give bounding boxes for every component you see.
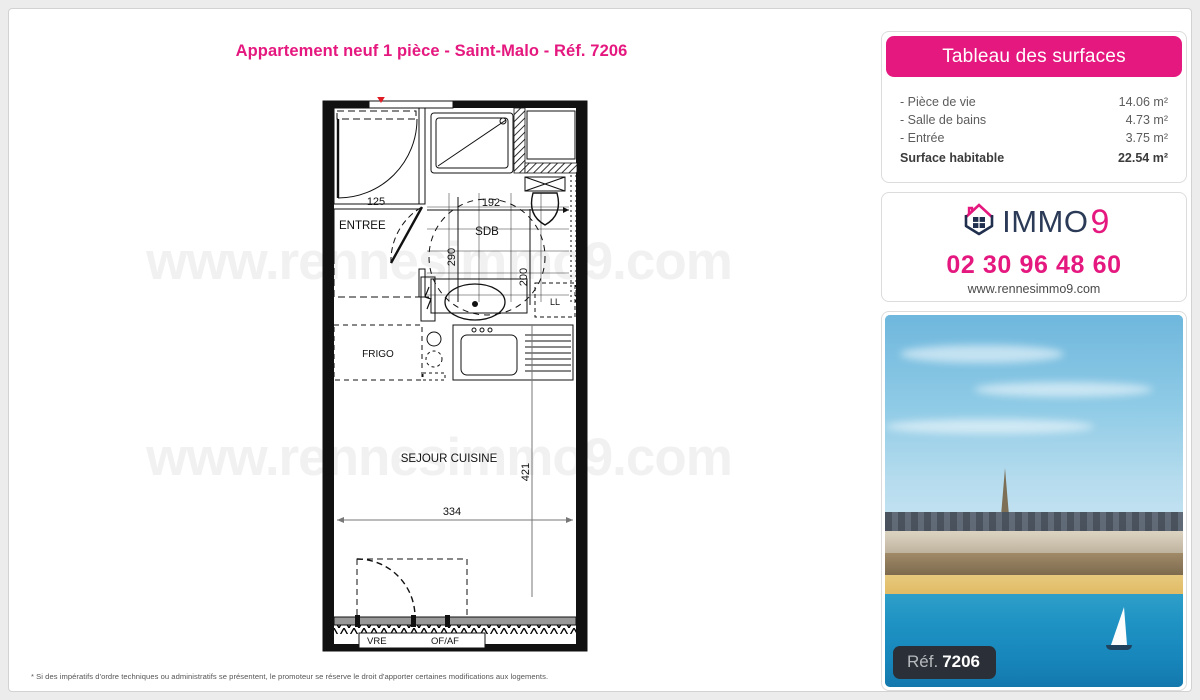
- surface-total-row: Surface habitable 22.54 m²: [900, 149, 1168, 167]
- agency-logo: IMMO 9: [958, 198, 1110, 245]
- sailboat-icon: [1106, 606, 1133, 650]
- dim-290: 290: [446, 248, 458, 266]
- cloud: [885, 419, 1094, 435]
- property-photo-card[interactable]: Réf. 7206: [881, 311, 1187, 691]
- dim-200: 200: [518, 268, 530, 286]
- appliance-label-frigo: FRIGO: [362, 349, 394, 360]
- surface-value: 4.73 m²: [1125, 113, 1168, 127]
- legal-footnote: * Si des impératifs d'ordre techniques o…: [31, 672, 549, 681]
- surface-total-value: 22.54 m²: [1117, 151, 1168, 165]
- surface-label: - Salle de bains: [900, 113, 987, 127]
- agency-phone[interactable]: 02 30 96 48 60: [946, 251, 1121, 280]
- surface-value: 3.75 m²: [1125, 131, 1168, 145]
- page-title: Appartement neuf 1 pièce - Saint-Malo - …: [235, 42, 628, 60]
- surfaces-body: - Pièce de vie 14.06 m² - Salle de bains…: [886, 84, 1182, 178]
- document-page: www.rennesimmo9.com www.rennesimmo9.com …: [8, 8, 1192, 692]
- surface-row: - Entrée 3.75 m²: [900, 129, 1168, 147]
- photo-ramparts: [885, 553, 1183, 576]
- room-entree: 125 ENTREE: [333, 107, 429, 298]
- agency-card[interactable]: IMMO 9 02 30 96 48 60 www.rennesimmo9.co…: [881, 192, 1187, 302]
- dim-125: 125: [367, 196, 385, 208]
- balcony-door: VRE OF/AF: [333, 558, 577, 649]
- label-vre: VRE: [367, 636, 387, 647]
- cathedral-spire: [1001, 467, 1010, 516]
- right-column: Tableau des surfaces - Pièce de vie 14.0…: [881, 31, 1187, 691]
- cloud: [974, 381, 1154, 397]
- reference-badge: Réf. 7206: [893, 646, 997, 679]
- label-of-af: OF/AF: [431, 636, 459, 647]
- agency-website[interactable]: www.rennesimmo9.com: [968, 282, 1101, 296]
- property-photo: Réf. 7206: [885, 315, 1183, 687]
- surface-label: - Entrée: [900, 131, 945, 145]
- plan-partition: [389, 107, 426, 298]
- room-sejour-cuisine: SEJOUR CUISINE 334 421: [337, 325, 573, 597]
- surface-row: - Pièce de vie 14.06 m²: [900, 93, 1168, 111]
- room-sdb: 192 290 200 SDB LL: [420, 107, 578, 322]
- surfaces-card: Tableau des surfaces - Pièce de vie 14.0…: [881, 31, 1187, 183]
- room-label-sdb: SDB: [475, 226, 499, 238]
- house-logo-icon: [958, 198, 1000, 245]
- kitchen-block: FRIGO: [333, 324, 574, 381]
- surface-row: - Salle de bains 4.73 m²: [900, 111, 1168, 129]
- reference-number: 7206: [942, 652, 981, 671]
- room-label-entree: ENTREE: [339, 220, 386, 232]
- dim-421: 421: [520, 463, 532, 481]
- dim-334: 334: [443, 506, 461, 518]
- floorplan: 125 ENTREE 192 290 200 SDB LL FRIGO SEJO…: [319, 97, 591, 655]
- agency-name: IMMO: [1002, 204, 1089, 239]
- agency-name-nine: 9: [1090, 202, 1110, 241]
- appliance-label-ll: LL: [550, 297, 560, 307]
- room-label-sejour-cuisine: SEJOUR CUISINE: [401, 453, 498, 465]
- photo-rooftops: [885, 512, 1183, 531]
- reference-label: Réf.: [907, 652, 939, 671]
- surfaces-header: Tableau des surfaces: [886, 36, 1182, 77]
- surface-total-label: Surface habitable: [900, 151, 1005, 165]
- surface-label: - Pièce de vie: [900, 95, 976, 109]
- dim-192: 192: [482, 197, 500, 209]
- surface-value: 14.06 m²: [1118, 95, 1168, 109]
